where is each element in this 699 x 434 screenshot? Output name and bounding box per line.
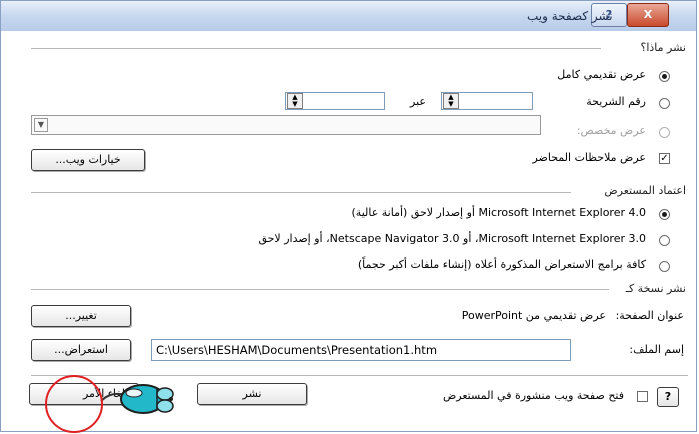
custom-show-radio[interactable] [659, 127, 670, 138]
slide-from-field[interactable]: ▲ ▼ [441, 92, 533, 110]
speaker-notes-checkbox[interactable]: ✓ [659, 153, 670, 164]
custom-show-label: عرض مخصص: [576, 124, 646, 137]
open-in-browser-checkbox[interactable] [637, 391, 648, 402]
web-options-button[interactable]: خيارات ويب... [31, 149, 145, 171]
browse-button[interactable]: استعراض... [31, 339, 131, 361]
page-title-value: عرض تقديمي من PowerPoint [461, 309, 606, 322]
help-button[interactable]: ? [657, 387, 679, 407]
publish-button[interactable]: نشر [197, 383, 307, 405]
mouse-icon [100, 384, 174, 414]
all-browsers-label: كافة برامج الاستعراض المذكورة أعلاه (إنش… [357, 258, 646, 271]
all-browsers-radio[interactable] [659, 261, 670, 272]
ie4-radio[interactable] [659, 209, 670, 220]
close-button[interactable]: X [627, 3, 669, 27]
title-bar: ? X نشر كصفحة ويب [1, 1, 696, 32]
publish-what-section-title: نشر ماذا؟ [640, 41, 686, 54]
chevron-down-icon: ▼ [34, 118, 48, 132]
file-name-input[interactable]: C:\Users\HESHAM\Documents\Presentation1.… [151, 339, 571, 361]
publish-copy-section-title: نشر نسخة كـ [625, 282, 686, 295]
file-name-label: إسم الملف: [629, 343, 684, 356]
through-label: عبر [410, 95, 426, 108]
complete-presentation-label: عرض تقديمي كامل [557, 68, 646, 81]
page-title-label: عنوان الصفحة: [615, 309, 684, 322]
ie3-radio[interactable] [659, 235, 670, 246]
change-title-button[interactable]: تغيير... [31, 305, 131, 327]
complete-presentation-radio[interactable] [659, 71, 670, 82]
slide-from-spinner[interactable]: ▲ ▼ [443, 93, 459, 109]
highlight-circle [45, 375, 103, 433]
slide-number-label: رقم الشريحة [586, 95, 646, 108]
section-divider [31, 192, 571, 193]
slide-to-field[interactable]: ▲ ▼ [285, 92, 385, 110]
slide-to-spinner[interactable]: ▲ ▼ [287, 93, 303, 109]
ie4-label: Microsoft Internet Explorer 4.0 أو إصدار… [351, 206, 647, 219]
ie3-label: Microsoft Internet Explorer 3.0، أو Nets… [258, 232, 646, 245]
publish-as-web-page-dialog: ? X نشر كصفحة ويب نشر ماذا؟ عرض تقديمي ك… [0, 0, 697, 433]
slide-number-radio[interactable] [659, 98, 670, 109]
section-divider [31, 48, 601, 49]
dialog-title: نشر كصفحة ويب [527, 9, 613, 23]
dialog-body: نشر ماذا؟ عرض تقديمي كامل رقم الشريحة ▲ ▼… [1, 31, 696, 431]
browser-support-section-title: اعتماد المستعرض [604, 184, 686, 197]
section-divider [31, 289, 609, 290]
speaker-notes-label: عرض ملاحظات المحاضر [532, 151, 646, 164]
custom-show-dropdown[interactable]: ▼ [31, 115, 541, 135]
footer-divider [31, 375, 688, 376]
open-in-browser-label: فتح صفحة ويب منشورة في المستعرض [442, 389, 624, 402]
